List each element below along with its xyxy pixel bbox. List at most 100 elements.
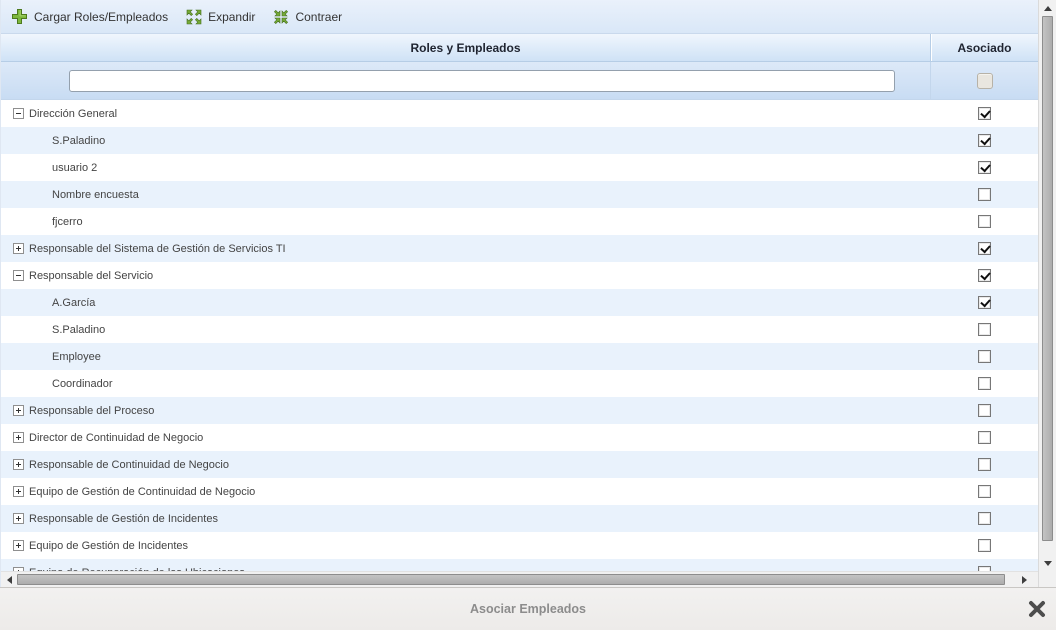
vertical-scrollbar-thumb[interactable] bbox=[1042, 16, 1053, 541]
tree-row-label: Dirección General bbox=[29, 108, 117, 120]
tree-row-role-cell: Responsable de Continuidad de Negocio bbox=[1, 451, 931, 478]
horizontal-scrollbar[interactable] bbox=[1, 571, 1038, 587]
tree-row[interactable]: Responsable de Gestión de Incidentes bbox=[1, 505, 1038, 532]
tree-row[interactable]: S.Paladino bbox=[1, 127, 1038, 154]
tree-row-label: Responsable del Sistema de Gestión de Se… bbox=[29, 243, 286, 255]
collapse-node-icon[interactable] bbox=[13, 270, 24, 281]
tree-row[interactable]: Director de Continuidad de Negocio bbox=[1, 424, 1038, 451]
expand-arrows-icon bbox=[186, 9, 202, 25]
tree-row-asociado-cell bbox=[931, 154, 1038, 181]
expand-node-icon[interactable] bbox=[13, 432, 24, 443]
tree-row-asociado-cell bbox=[931, 235, 1038, 262]
asociado-checkbox[interactable] bbox=[978, 431, 991, 444]
asociado-checkbox[interactable] bbox=[978, 323, 991, 336]
tree-row-label: Responsable de Gestión de Incidentes bbox=[29, 513, 218, 525]
asociado-checkbox[interactable] bbox=[978, 188, 991, 201]
tree-row-asociado-cell bbox=[931, 100, 1038, 127]
tree-row[interactable]: Responsable del Sistema de Gestión de Se… bbox=[1, 235, 1038, 262]
collapse-arrows-icon bbox=[273, 9, 289, 25]
expand-node-icon[interactable] bbox=[13, 243, 24, 254]
tree-row-asociado-cell bbox=[931, 289, 1038, 316]
asociado-checkbox[interactable] bbox=[978, 269, 991, 282]
column-header-asociado: Asociado bbox=[931, 34, 1038, 61]
asociado-checkbox[interactable] bbox=[978, 134, 991, 147]
tree-row-label: S.Paladino bbox=[52, 135, 105, 147]
close-button[interactable] bbox=[1027, 599, 1047, 619]
tree-row-role-cell: S.Paladino bbox=[1, 316, 931, 343]
tree-row[interactable]: Equipo de Gestión de Incidentes bbox=[1, 532, 1038, 559]
collapse-node-icon[interactable] bbox=[13, 108, 24, 119]
tree-row-asociado-cell bbox=[931, 397, 1038, 424]
tree-row-asociado-cell bbox=[931, 208, 1038, 235]
tree-row-asociado-cell bbox=[931, 181, 1038, 208]
tree-row-label: Responsable del Proceso bbox=[29, 405, 154, 417]
asociado-checkbox[interactable] bbox=[978, 215, 991, 228]
filter-row bbox=[1, 62, 1038, 100]
tree-row-role-cell: S.Paladino bbox=[1, 127, 931, 154]
asociado-checkbox[interactable] bbox=[978, 107, 991, 120]
tree-row-role-cell: Coordinador bbox=[1, 370, 931, 397]
tree-row[interactable]: Responsable del Proceso bbox=[1, 397, 1038, 424]
expand-all-button[interactable]: Expandir bbox=[186, 9, 255, 25]
scroll-left-button[interactable] bbox=[1, 572, 17, 588]
tree-row-role-cell: Responsable del Proceso bbox=[1, 397, 931, 424]
expand-all-label: Expandir bbox=[208, 10, 255, 24]
tree-row[interactable]: Nombre encuesta bbox=[1, 181, 1038, 208]
tree-row-role-cell: A.García bbox=[1, 289, 931, 316]
tree-row[interactable]: A.García bbox=[1, 289, 1038, 316]
asociado-checkbox[interactable] bbox=[978, 539, 991, 552]
dialog-title: Asociar Empleados bbox=[470, 602, 586, 616]
asociado-checkbox[interactable] bbox=[978, 566, 991, 571]
tree-row-label: Coordinador bbox=[52, 378, 113, 390]
asociado-checkbox[interactable] bbox=[978, 485, 991, 498]
scroll-right-button[interactable] bbox=[1016, 572, 1032, 588]
expand-node-icon[interactable] bbox=[13, 540, 24, 551]
expand-node-icon[interactable] bbox=[13, 405, 24, 416]
horizontal-scrollbar-thumb[interactable] bbox=[17, 574, 1005, 585]
asociado-checkbox[interactable] bbox=[978, 404, 991, 417]
scroll-up-button[interactable] bbox=[1039, 0, 1056, 16]
tree-row[interactable]: Coordinador bbox=[1, 370, 1038, 397]
asociado-checkbox[interactable] bbox=[978, 350, 991, 363]
tree-row[interactable]: fjcerro bbox=[1, 208, 1038, 235]
asociado-checkbox[interactable] bbox=[978, 512, 991, 525]
up-arrow-icon bbox=[1044, 6, 1052, 11]
tree-row[interactable]: Dirección General bbox=[1, 100, 1038, 127]
asociado-checkbox[interactable] bbox=[978, 242, 991, 255]
tree-row[interactable]: Responsable de Continuidad de Negocio bbox=[1, 451, 1038, 478]
tree-row-label: Responsable del Servicio bbox=[29, 270, 153, 282]
tree-row[interactable]: Equipo de Gestión de Continuidad de Nego… bbox=[1, 478, 1038, 505]
tree-row[interactable]: usuario 2 bbox=[1, 154, 1038, 181]
tree-row[interactable]: Responsable del Servicio bbox=[1, 262, 1038, 289]
expand-node-icon[interactable] bbox=[13, 486, 24, 497]
expand-node-icon[interactable] bbox=[13, 513, 24, 524]
tree-row[interactable]: Equipo de Recuperación de las Ubicacione… bbox=[1, 559, 1038, 571]
tree-row[interactable]: Employee bbox=[1, 343, 1038, 370]
tree-row-asociado-cell bbox=[931, 451, 1038, 478]
tree-row-asociado-cell bbox=[931, 262, 1038, 289]
asociado-checkbox[interactable] bbox=[978, 458, 991, 471]
expand-node-icon[interactable] bbox=[13, 459, 24, 470]
collapse-all-label: Contraer bbox=[295, 10, 342, 24]
vertical-scrollbar[interactable] bbox=[1039, 0, 1056, 571]
tree-row-role-cell: Responsable del Sistema de Gestión de Se… bbox=[1, 235, 931, 262]
expand-node-icon[interactable] bbox=[13, 567, 24, 571]
asociado-checkbox[interactable] bbox=[978, 161, 991, 174]
roles-filter-input[interactable] bbox=[69, 70, 895, 92]
tree-row-role-cell: Equipo de Gestión de Continuidad de Nego… bbox=[1, 478, 931, 505]
scroll-down-button[interactable] bbox=[1039, 555, 1056, 571]
tree-row-asociado-cell bbox=[931, 316, 1038, 343]
asociado-checkbox[interactable] bbox=[978, 377, 991, 390]
collapse-all-button[interactable]: Contraer bbox=[273, 9, 342, 25]
asociado-checkbox[interactable] bbox=[978, 296, 991, 309]
tree-row-label: A.García bbox=[52, 297, 95, 309]
tree-row-role-cell: Employee bbox=[1, 343, 931, 370]
tree-row-label: Equipo de Gestión de Incidentes bbox=[29, 540, 188, 552]
tree-row-role-cell: Dirección General bbox=[1, 100, 931, 127]
tree-row-asociado-cell bbox=[931, 505, 1038, 532]
close-icon bbox=[1027, 599, 1047, 619]
tree-row[interactable]: S.Paladino bbox=[1, 316, 1038, 343]
main-column: Cargar Roles/Empleados Exp bbox=[0, 0, 1038, 587]
load-roles-button[interactable]: Cargar Roles/Empleados bbox=[11, 8, 168, 25]
select-all-checkbox-disabled bbox=[977, 73, 993, 89]
